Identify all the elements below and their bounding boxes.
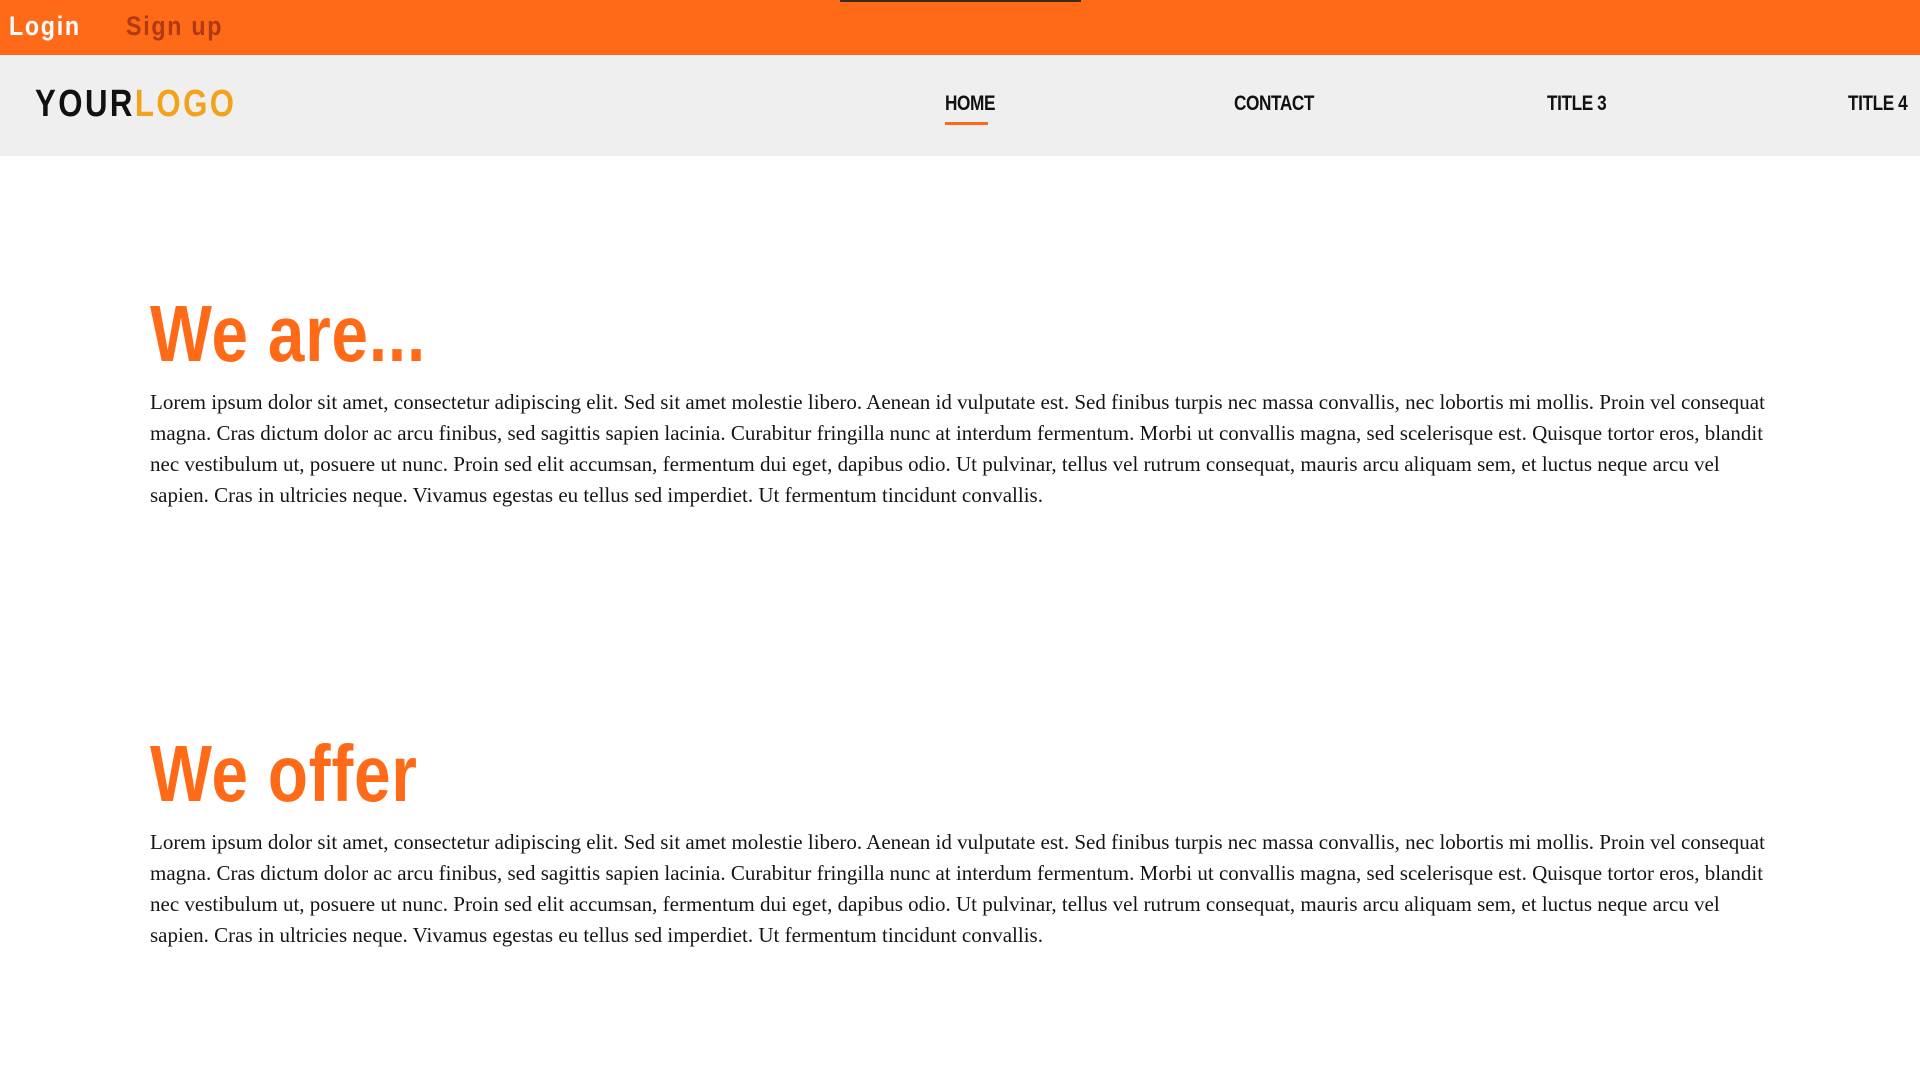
nav-item-title-3[interactable]: TITLE 3 (1547, 89, 1607, 119)
nav-item-contact[interactable]: CONTACT (1234, 89, 1314, 119)
section-body: Lorem ipsum dolor sit amet, consectetur … (150, 830, 1765, 947)
top-bar: Login Sign up (0, 0, 1920, 55)
site-logo[interactable]: YOURLOGO (35, 80, 236, 128)
top-divider (840, 0, 1081, 2)
nav-item-home[interactable]: HOME (945, 89, 995, 119)
nav-item-title-4[interactable]: TITLE 4 (1848, 89, 1908, 119)
logo-text-logo: LOGO (134, 83, 237, 125)
logo-text-your: YOUR (35, 83, 135, 125)
section-title: We are... (150, 289, 426, 378)
section-we-offer: We offer Lorem ipsum dolor sit amet, con… (150, 734, 1790, 951)
login-link[interactable]: Login (9, 6, 81, 46)
signup-link[interactable]: Sign up (126, 6, 223, 46)
nav-active-indicator (945, 122, 988, 125)
navbar: YOURLOGO HOME CONTACT TITLE 3 TITLE 4 (0, 55, 1920, 156)
section-title: We offer (150, 729, 418, 818)
section-we-are: We are... Lorem ipsum dolor sit amet, co… (150, 294, 1790, 511)
section-body: Lorem ipsum dolor sit amet, consectetur … (150, 390, 1765, 507)
